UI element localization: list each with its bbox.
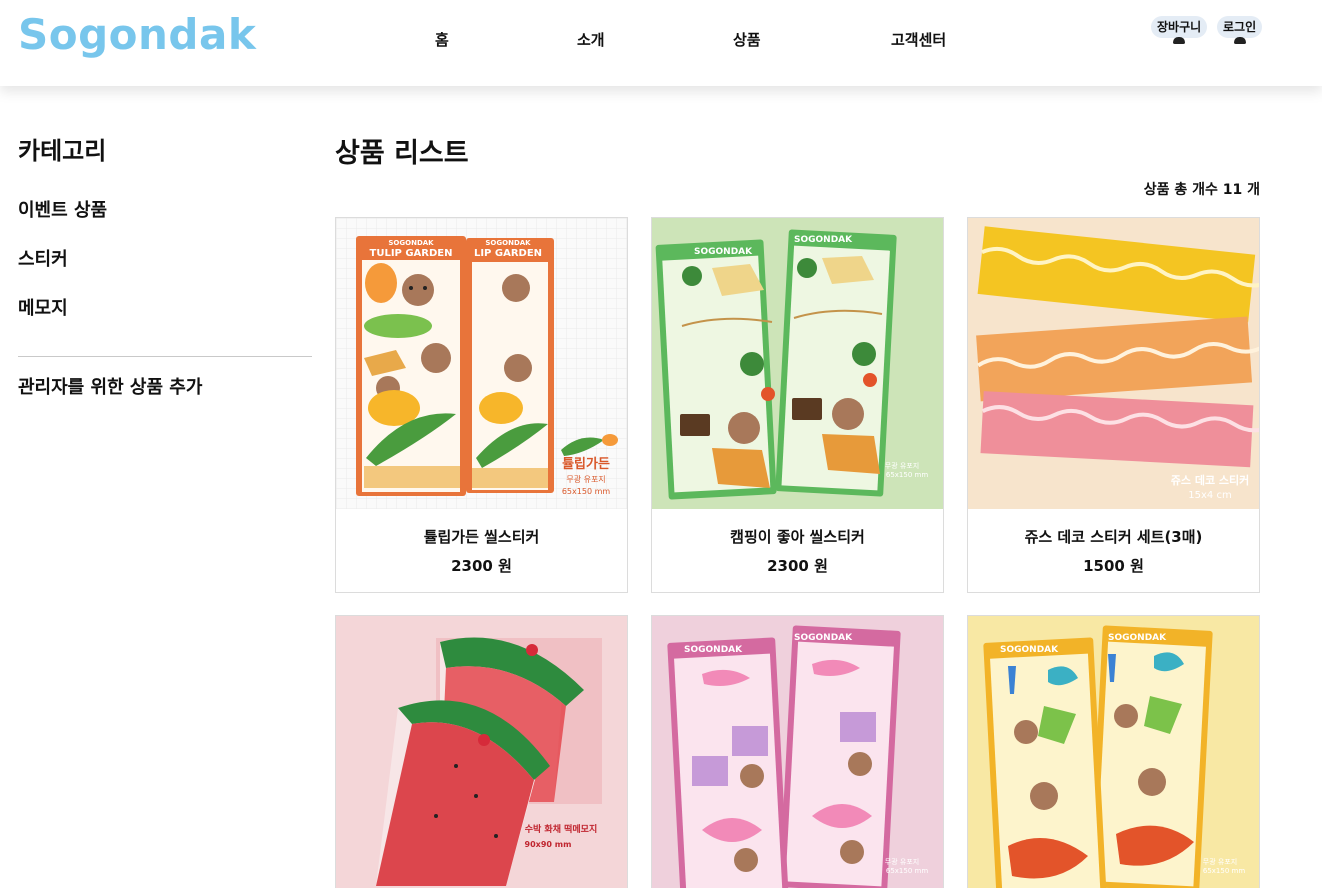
product-name[interactable]: 튤립가든 씰스티커 (336, 526, 627, 547)
sidebar-item-admin-add[interactable]: 관리자를 위한 상품 추가 (18, 373, 202, 399)
product-image: SOGONDAK SOGONDAK 무광 유포지 65x150 mm (652, 616, 943, 888)
sidebar-item-sticker[interactable]: 스티커 (18, 245, 68, 271)
svg-text:무광 유포지: 무광 유포지 (885, 857, 919, 866)
svg-text:무광 유포지: 무광 유포지 (1203, 857, 1237, 866)
cart-button[interactable]: 장바구니 (1151, 16, 1208, 44)
site-logo[interactable]: Sogondak (18, 10, 256, 59)
svg-text:SOGONDAK: SOGONDAK (684, 645, 743, 655)
user-icon (1233, 37, 1246, 44)
product-card[interactable]: SOGONDAK SOGONDAK 무광 유포지 65x150 mm 캠핑이 좋… (651, 217, 944, 593)
sidebar-item-memo[interactable]: 메모지 (18, 294, 68, 320)
svg-text:65x150 mm: 65x150 mm (1203, 867, 1245, 875)
nav-products[interactable]: 상품 (733, 29, 761, 50)
svg-text:SOGONDAK: SOGONDAK (794, 633, 853, 643)
product-price: 2300 원 (451, 557, 512, 575)
nav-support[interactable]: 고객센터 (891, 29, 946, 50)
sidebar-divider (18, 356, 312, 357)
nav-home[interactable]: 홈 (435, 29, 449, 50)
product-name[interactable]: 캠핑이 좋아 씰스티커 (652, 526, 943, 547)
svg-text:무광 유포지: 무광 유포지 (885, 461, 919, 470)
svg-text:LIP GARDEN: LIP GARDEN (474, 248, 542, 259)
product-price: 1500 원 (1083, 557, 1144, 575)
product-card[interactable]: 수박 화채 떡메모지 90x90 mm (335, 615, 628, 888)
sidebar-item-event[interactable]: 이벤트 상품 (18, 196, 107, 222)
login-button[interactable]: 로그인 (1217, 16, 1263, 44)
svg-text:쥬스 데코 스티커: 쥬스 데코 스티커 (1171, 473, 1250, 487)
svg-text:무광 유포지: 무광 유포지 (566, 474, 605, 484)
login-label: 로그인 (1223, 20, 1257, 34)
product-name[interactable]: 쥬스 데코 스티커 세트(3매) (968, 526, 1259, 547)
svg-text:수박 화채 떡메모지: 수박 화채 떡메모지 (525, 823, 598, 835)
svg-text:90x90 mm: 90x90 mm (525, 840, 572, 849)
image-brand-text: SOGONDAK (388, 239, 434, 247)
svg-text:65x150 mm: 65x150 mm (886, 471, 928, 479)
product-image: SOGONDAK SOGONDAK 무광 유포지 65x150 mm (968, 616, 1259, 888)
product-image: SOGONDAK TULIP GARDEN SOGONDAK LIP GARDE… (336, 218, 627, 509)
image-caption: 튤립가든 (562, 456, 610, 472)
product-price: 2300 원 (767, 557, 828, 575)
svg-text:SOGONDAK: SOGONDAK (1000, 645, 1059, 655)
svg-text:SOGONDAK: SOGONDAK (1108, 633, 1167, 643)
page-title: 상품 리스트 (335, 138, 469, 169)
svg-text:65x150 mm: 65x150 mm (886, 867, 928, 875)
product-card[interactable]: SOGONDAK SOGONDAK 무광 유포지 65x150 mm (967, 615, 1260, 888)
nav-about[interactable]: 소개 (577, 29, 605, 50)
product-card[interactable]: SOGONDAK TULIP GARDEN SOGONDAK LIP GARDE… (335, 217, 628, 593)
cart-label: 장바구니 (1157, 20, 1202, 34)
svg-text:SOGONDAK: SOGONDAK (794, 235, 853, 245)
product-info: 튤립가든 씰스티커 2300 원 (336, 509, 627, 592)
product-count: 상품 총 개수 11 개 (1143, 182, 1260, 198)
image-title-text: TULIP GARDEN (370, 248, 453, 259)
cart-icon (1173, 37, 1186, 44)
svg-text:15x4 cm: 15x4 cm (1188, 490, 1231, 501)
site-header: Sogondak 홈 소개 상품 고객센터 장바구니 로그인 (0, 0, 1322, 86)
sidebar-title: 카테고리 (18, 137, 107, 165)
svg-text:65x150 mm: 65x150 mm (562, 487, 611, 496)
product-image: SOGONDAK SOGONDAK 무광 유포지 65x150 mm (652, 218, 943, 509)
product-info: 캠핑이 좋아 씰스티커 2300 원 (652, 509, 943, 592)
product-info: 쥬스 데코 스티커 세트(3매) 1500 원 (968, 509, 1259, 592)
product-image: 수박 화채 떡메모지 90x90 mm (336, 616, 627, 888)
product-image: 쥬스 데코 스티커 15x4 cm (968, 218, 1259, 509)
product-card[interactable]: 쥬스 데코 스티커 15x4 cm 쥬스 데코 스티커 세트(3매) 1500 … (967, 217, 1260, 593)
image-brand-text: SOGONDAK (694, 247, 753, 257)
svg-text:SOGONDAK: SOGONDAK (485, 239, 531, 247)
product-card[interactable]: SOGONDAK SOGONDAK 무광 유포지 65x150 mm (651, 615, 944, 888)
